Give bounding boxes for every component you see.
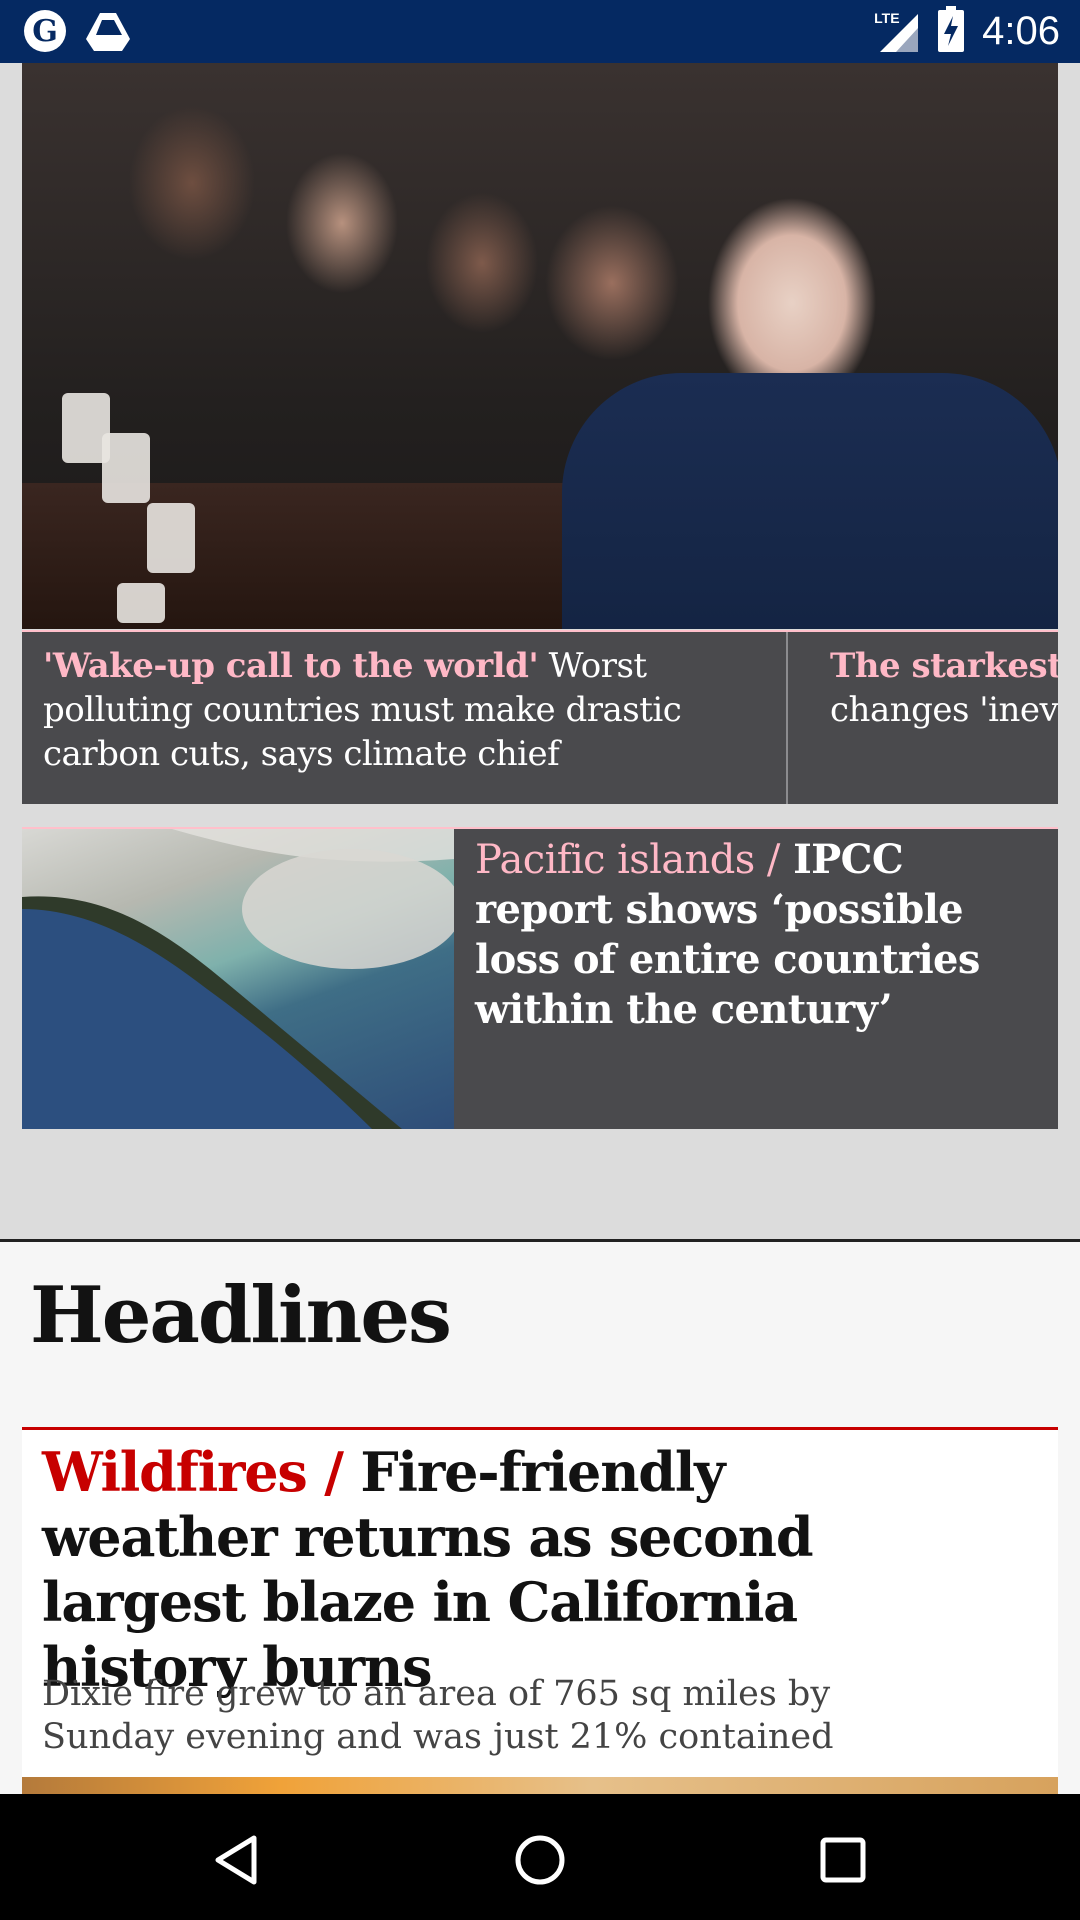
card-kicker: The starkest w (830, 646, 1058, 686)
hero-image[interactable] (22, 63, 1058, 629)
battery-charging-icon (938, 6, 965, 56)
system-nav-bar (0, 1794, 1080, 1920)
hero-glass (102, 433, 150, 503)
recents-icon[interactable] (815, 1832, 871, 1888)
top-story-card[interactable]: Wildfires / Fire-friendly weather return… (22, 1427, 1058, 1797)
card-title: changes 'inevita (830, 690, 1058, 730)
home-icon[interactable] (512, 1832, 568, 1888)
featured-section: 'Wake-up call to the world' Worst pollut… (0, 63, 1080, 1239)
svg-text:G: G (32, 14, 58, 49)
hero-glass (117, 583, 165, 623)
card-kicker: 'Wake-up call to the world' (43, 646, 539, 686)
signal-icon: LTE (874, 8, 920, 54)
section-title: Headlines (30, 1270, 452, 1361)
hero-suit-shape (562, 373, 1058, 629)
pacific-headline: Pacific islands / IPCC report shows ‘pos… (475, 835, 1036, 1035)
carousel-row: 'Wake-up call to the world' Worst pollut… (22, 630, 1058, 804)
section-divider (0, 1239, 1080, 1242)
back-icon[interactable] (210, 1832, 266, 1888)
card-headline: The starkest w changes 'inevita (830, 644, 1058, 732)
story-kicker: Wildfires / (42, 1440, 344, 1504)
card-headline: 'Wake-up call to the world' Worst pollut… (43, 644, 772, 776)
story-standfirst: Dixie fire grew to an area of 765 sq mil… (42, 1674, 834, 1757)
guardian-app-icon: G (22, 8, 68, 58)
clock: 4:06 (982, 9, 1060, 53)
carousel-card[interactable]: The starkest w changes 'inevita (809, 632, 1058, 804)
carousel-card[interactable]: 'Wake-up call to the world' Worst pollut… (22, 632, 788, 804)
status-bar: G LTE 4:06 (0, 0, 1080, 63)
story-headline: Wildfires / Fire-friendly weather return… (42, 1440, 938, 1700)
drive-icon (86, 11, 130, 55)
island-image (22, 829, 454, 1129)
hero-glass (147, 503, 195, 573)
pacific-islands-card[interactable]: Pacific islands / IPCC report shows ‘pos… (22, 827, 1058, 1129)
pacific-kicker: Pacific islands / (475, 837, 780, 883)
